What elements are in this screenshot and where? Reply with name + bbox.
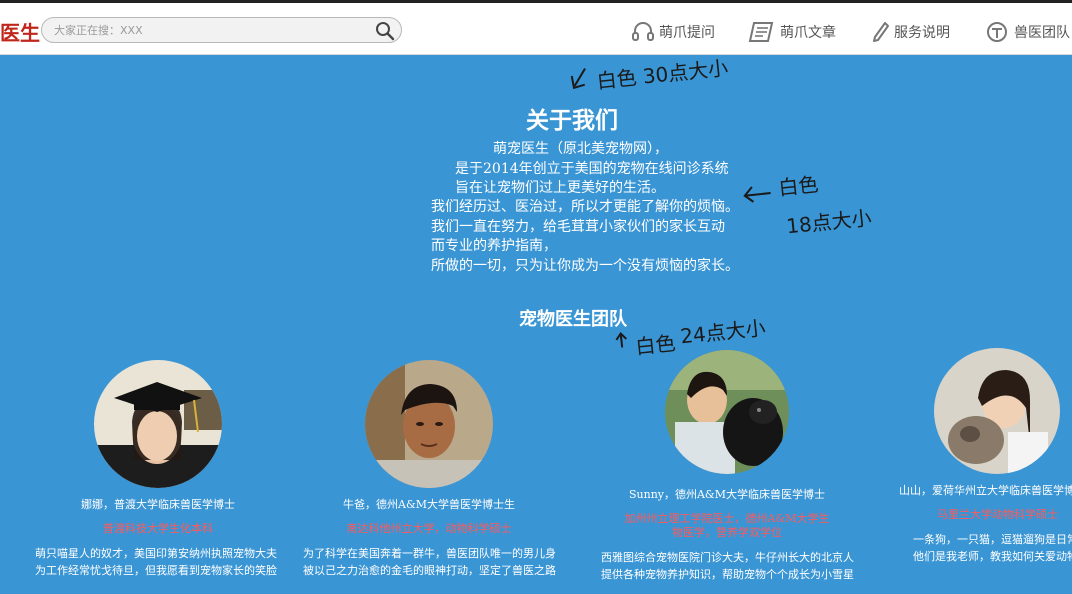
doctor-desc-line: 被以己之力治愈的金毛的眼神打动，坚定了兽医之路: [303, 564, 556, 577]
annotation-team-size: 24点大小: [679, 315, 767, 349]
doctor-desc-line: 为了科学在美国奔着一群牛，兽医团队唯一的男儿身: [303, 547, 556, 560]
search-icon[interactable]: [375, 21, 395, 41]
headset-icon: [632, 22, 654, 41]
nav-label: 兽医团队: [1014, 25, 1070, 41]
about-line: 我们经历过、医治过，所以才更能了解你的烦恼。: [431, 199, 739, 215]
annotation-body-size: 18点大小: [785, 205, 873, 239]
doctor-card: 娜娜，普渡大学临床兽医学博士 普渡科技大学生化本科 萌只喵星人的奴才，美国印第安…: [35, 360, 278, 579]
annotation-title: 白色 30点大小: [567, 52, 729, 98]
doctor-name: 牛爸，德州A&M大学兽医学博士生: [343, 498, 515, 511]
doctor-school: 南达科他州立大学，动物科学硕士: [346, 522, 512, 535]
doctor-desc-line: 一条狗，一只猫，逗猫遛狗是日常: [913, 533, 1072, 546]
annotation-text: 白色: [777, 172, 820, 201]
arrow-left-icon: [743, 185, 771, 203]
about-line: 是于2014年创立于美国的宠物在线问诊系统: [455, 161, 729, 177]
about-line: 旨在让宠物们过上更美好的生活。: [455, 180, 665, 196]
article-icon: [748, 22, 774, 42]
doctor-desc-line: 提供各种宠物养护知识，帮助宠物个个成长为小雪星: [601, 568, 854, 581]
about-line: 萌宠医生（原北美宠物网），: [493, 141, 668, 157]
annotation-text: 白色 30点大小: [595, 55, 730, 94]
doctor-card: Sunny，德州A&M大学临床兽医学博士 加州州立理工学院医士，德州A&M大学生…: [601, 350, 854, 583]
doctor-name: 娜娜，普渡大学临床兽医学博士: [81, 498, 235, 511]
doctor-desc-line: 萌只喵星人的奴才，美国印第安纳州执照宠物大夫: [35, 547, 277, 560]
nav-label: 萌爪文章: [780, 25, 836, 41]
doctor-name: 山山，爱荷华州立大学临床兽医学博: [899, 484, 1072, 497]
about-line: 所做的一切，只为让你成为一个没有烦恼的家长。: [431, 258, 739, 274]
search-box: [41, 17, 402, 43]
doctor-desc-line: 为工作经常忧戈待旦，但我愿看到宠物家长的笑脸: [35, 564, 277, 577]
nav-articles[interactable]: 萌爪文章: [748, 21, 836, 43]
doctor-card: 山山，爱荷华州立大学临床兽医学博 马里兰大学动物科学硕士 一条狗，一只猫，逗猫遛…: [893, 348, 1072, 565]
doctor-school: 马里兰大学动物科学硕士: [937, 508, 1058, 521]
doctor-avatar: [934, 348, 1060, 474]
nav-label: 萌爪提问: [659, 25, 715, 41]
header: 医生 萌爪提问 萌爪文章 服务说明: [0, 3, 1072, 55]
doctor-school: 普渡科技大学生化本科: [103, 522, 213, 535]
doctor-avatar: [665, 350, 789, 474]
doctor-desc-line: 西雅图综合宠物医院门诊大夫，牛仔州长大的北京人: [601, 551, 854, 564]
site-logo[interactable]: 医生: [0, 17, 40, 46]
team-title: 宠物医生团队: [519, 309, 627, 330]
nav-ask[interactable]: 萌爪提问: [631, 21, 715, 43]
about-title: 关于我们: [526, 107, 618, 134]
pen-icon: [873, 22, 889, 42]
doctor-desc-line: 他们是我老师，教我如何关爱动物: [913, 550, 1072, 563]
doctor-school: 加州州立理工学院医士，德州A&M大学生物医学，营养学双学位: [624, 512, 830, 539]
nav-service[interactable]: 服务说明: [872, 21, 950, 43]
nav-label: 服务说明: [894, 25, 950, 41]
team-icon: [987, 22, 1007, 42]
doctor-avatar: [365, 360, 493, 488]
doctor-card: 牛爸，德州A&M大学兽医学博士生 南达科他州立大学，动物科学硕士 为了科学在美国…: [303, 360, 556, 579]
about-line: 我们一直在努力，给毛茸茸小家伙们的家长互动: [431, 219, 725, 235]
doctor-avatar: [94, 360, 222, 488]
nav-team[interactable]: 兽医团队: [986, 21, 1070, 43]
annotation-body: 白色: [741, 168, 820, 205]
doctor-name: Sunny，德州A&M大学临床兽医学博士: [628, 488, 825, 501]
arrow-up-icon: [615, 331, 628, 348]
about-line: 而专业的养护指南，: [431, 238, 557, 254]
arrow-down-left-icon: [570, 68, 586, 90]
search-input[interactable]: [54, 22, 364, 38]
